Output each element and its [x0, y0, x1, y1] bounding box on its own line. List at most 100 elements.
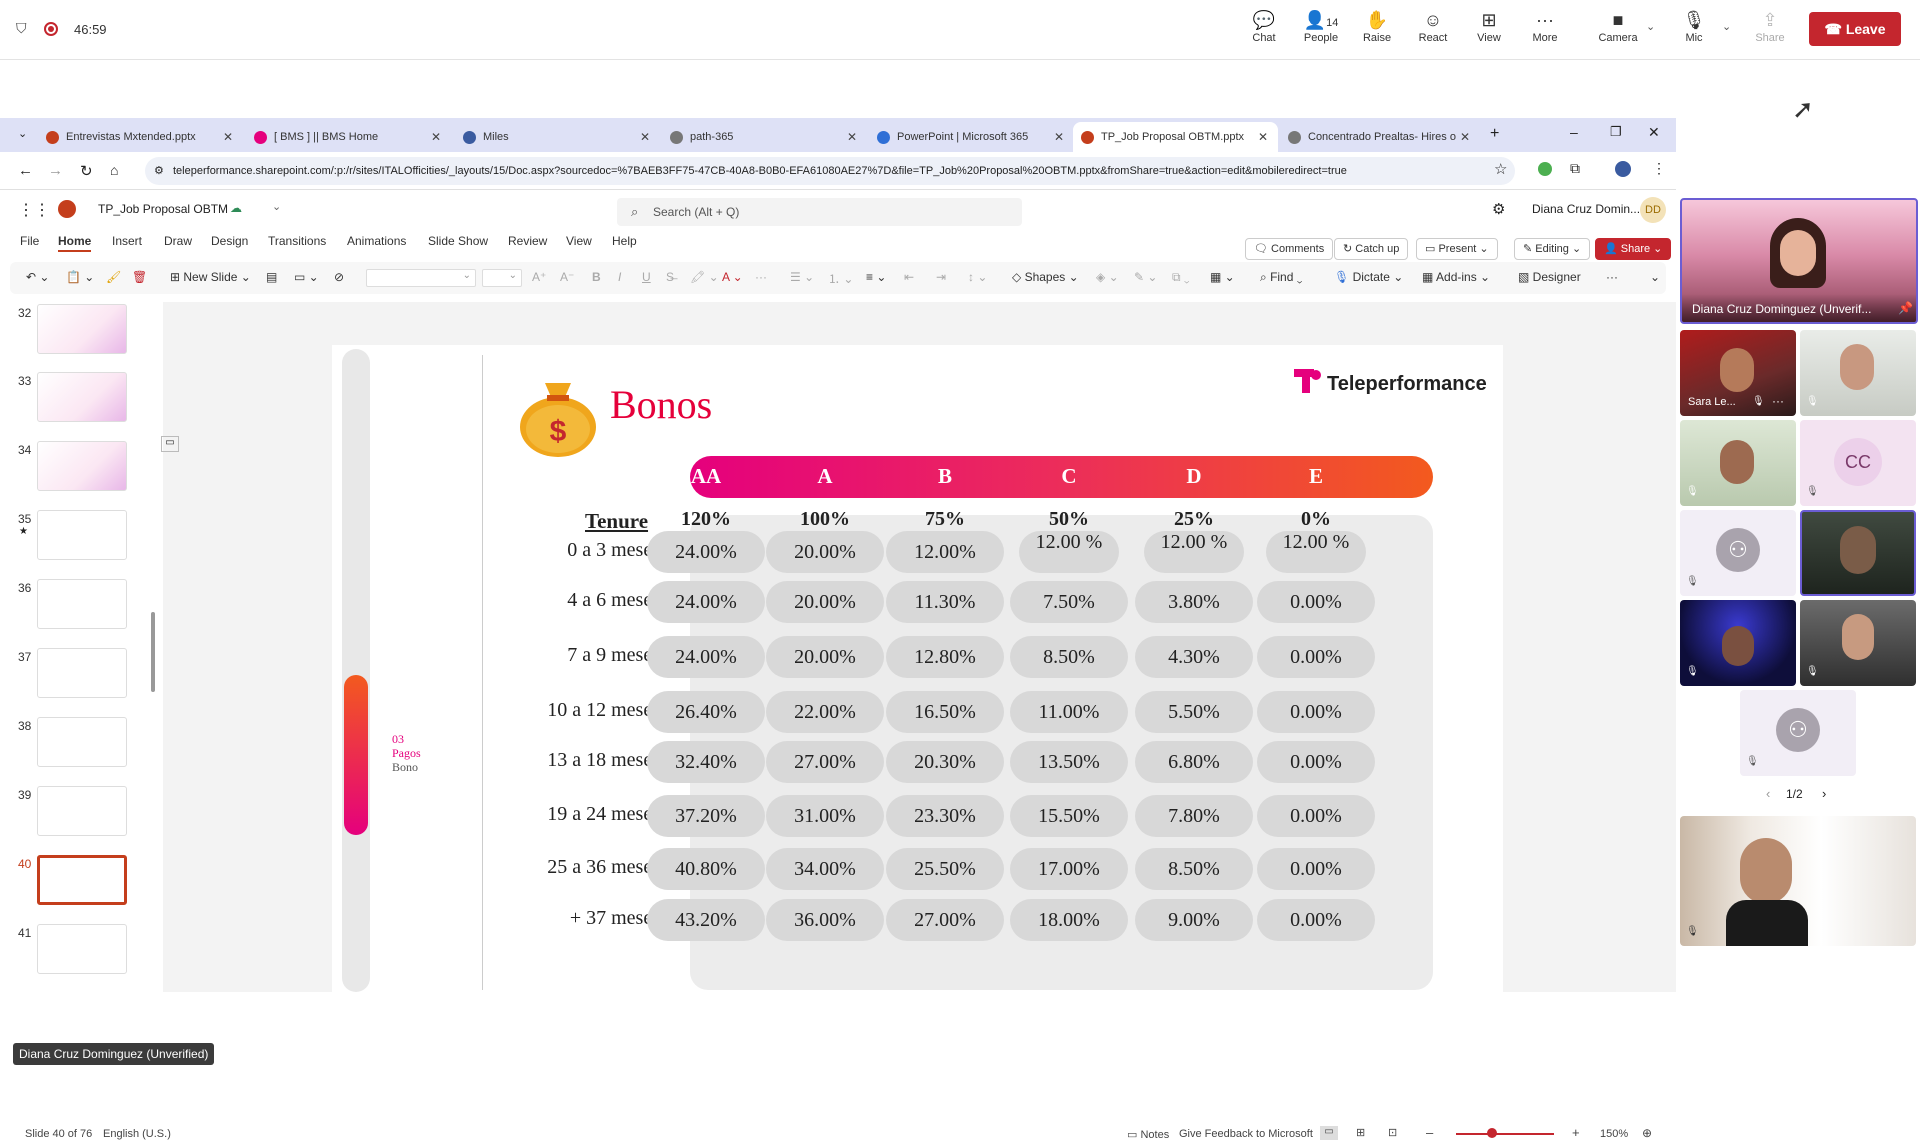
fit-slide-icon[interactable]: ⊕ — [1642, 1126, 1652, 1140]
tab-draw[interactable]: Draw — [164, 234, 192, 248]
participant-tile-speaking[interactable] — [1800, 510, 1916, 596]
decrease-indent-icon[interactable]: ⇤ — [904, 270, 914, 284]
participant-tile[interactable]: 🎙 — [1680, 420, 1796, 506]
search-input[interactable]: ⌕ Search (Alt + Q) — [617, 198, 1022, 226]
close-icon[interactable]: ✕ — [1258, 122, 1268, 152]
share-doc-button[interactable]: 👤 Share ⌄ — [1595, 238, 1672, 260]
slide-thumbnail-32[interactable] — [37, 304, 127, 354]
tab-insert[interactable]: Insert — [112, 234, 142, 248]
zoom-level[interactable]: 150% — [1600, 1128, 1628, 1140]
more-icon[interactable]: ··· — [1772, 394, 1784, 408]
close-icon[interactable]: ✕ — [1460, 122, 1470, 152]
app-launcher-icon[interactable]: ⋮⋮ — [18, 200, 50, 220]
reading-view-icon[interactable]: ⊡ — [1388, 1126, 1397, 1139]
slide-sorter-icon[interactable]: ⊞ — [1356, 1126, 1365, 1139]
bold-icon[interactable]: B — [592, 270, 601, 284]
shape-fill-icon[interactable]: ◈ ⌄ — [1096, 270, 1119, 284]
undo-icon[interactable]: ↶ ⌄ — [26, 270, 49, 284]
mic-options-chevron-icon[interactable]: ⌄ — [1722, 20, 1731, 33]
raise-hand-button[interactable]: ✋ Raise — [1349, 8, 1405, 44]
tab-help[interactable]: Help — [612, 234, 637, 248]
italic-icon[interactable]: I — [618, 270, 621, 284]
forward-icon[interactable]: → — [48, 162, 63, 179]
hide-slide-icon[interactable]: ⊘ — [334, 270, 344, 284]
home-icon[interactable]: ⌂ — [110, 162, 118, 178]
url-field[interactable]: ⚙ teleperformance.sharepoint.com/:p:/r/si… — [145, 157, 1515, 185]
settings-gear-icon[interactable]: ⚙ — [1492, 200, 1505, 218]
zoom-in-icon[interactable]: + — [1572, 1125, 1580, 1140]
tab-review[interactable]: Review — [508, 234, 547, 248]
designer-button[interactable]: ▧ Designer — [1518, 270, 1581, 284]
tab-view[interactable]: View — [566, 234, 592, 248]
tab-home[interactable]: Home — [58, 234, 92, 252]
close-icon[interactable]: ✕ — [223, 122, 233, 152]
file-options-chevron-icon[interactable]: ⌄ — [272, 200, 281, 213]
mic-button[interactable]: 🎙 Mic — [1666, 8, 1722, 44]
camera-options-chevron-icon[interactable]: ⌄ — [1646, 20, 1655, 33]
ribbon-collapse-icon[interactable]: ⌄ — [1650, 270, 1660, 284]
tab-miles[interactable]: Miles ✕ — [455, 122, 660, 152]
language[interactable]: English (U.S.) — [103, 1128, 171, 1140]
normal-view-icon[interactable]: ▭ — [1320, 1126, 1338, 1140]
zoom-slider-thumb[interactable] — [1487, 1128, 1497, 1138]
paste-icon[interactable]: 📋 ⌄ — [66, 270, 94, 284]
grow-font-icon[interactable]: A⁺ — [532, 270, 546, 284]
close-icon[interactable]: ✕ — [640, 122, 650, 152]
shapes-button[interactable]: ◇ Shapes ⌄ — [1012, 270, 1079, 284]
next-page-icon[interactable]: › — [1822, 786, 1826, 801]
extension-icon[interactable] — [1538, 162, 1552, 176]
camera-button[interactable]: ■ Camera — [1590, 8, 1646, 44]
leave-button[interactable]: ☎ Leave — [1809, 12, 1901, 46]
line-spacing-icon[interactable]: ↕ ⌄ — [968, 270, 987, 284]
participant-tile[interactable]: 🎙 — [1680, 600, 1796, 686]
file-name[interactable]: TP_Job Proposal OBTM — [98, 202, 228, 216]
react-button[interactable]: ☺ React — [1405, 8, 1461, 44]
tab-entrevistas[interactable]: Entrevistas Mxtended.pptx ✕ — [38, 122, 243, 152]
strikethrough-icon[interactable]: S̶ — [666, 270, 674, 284]
extensions-puzzle-icon[interactable]: ⧉ — [1570, 160, 1580, 177]
find-button[interactable]: ⌕ Find ⌄ — [1260, 270, 1302, 285]
people-button[interactable]: 👤14 People — [1293, 8, 1349, 44]
tab-design[interactable]: Design — [211, 234, 248, 248]
tab-slide-show[interactable]: Slide Show — [428, 234, 488, 248]
notes-toggle-icon[interactable]: ▭ — [161, 436, 179, 452]
minimize-icon[interactable]: – — [1570, 124, 1578, 140]
reload-icon[interactable]: ↻ — [80, 162, 93, 180]
tab-animations[interactable]: Animations — [347, 234, 406, 248]
participant-tile[interactable]: CC 🎙 — [1800, 420, 1916, 506]
font-size-select[interactable]: ⌄ — [482, 269, 522, 287]
close-icon[interactable]: ✕ — [847, 122, 857, 152]
site-info-icon[interactable]: ⚙ — [154, 157, 164, 185]
close-icon[interactable]: ✕ — [1054, 122, 1064, 152]
shrink-font-icon[interactable]: A⁻ — [560, 270, 574, 284]
self-view-tile[interactable]: 🎙 — [1680, 816, 1916, 946]
format-painter-icon[interactable]: 🖌 — [106, 270, 121, 284]
avatar[interactable]: DD — [1640, 197, 1666, 223]
slide-thumbnail-40[interactable] — [37, 855, 127, 905]
slide-thumbnail-39[interactable] — [37, 786, 127, 836]
participant-tile[interactable]: 🎙 — [1800, 330, 1916, 416]
close-icon[interactable]: ✕ — [431, 122, 441, 152]
new-tab-icon[interactable]: + — [1490, 125, 1499, 143]
tab-search-icon[interactable]: ⌄ — [18, 127, 27, 140]
view-button[interactable]: ⊞ View — [1461, 8, 1517, 44]
slide-thumbnail-38[interactable] — [37, 717, 127, 767]
tab-tp-job-proposal[interactable]: TP_Job Proposal OBTM.pptx ✕ — [1073, 122, 1278, 152]
more-button[interactable]: ··· More — [1517, 8, 1573, 44]
close-window-icon[interactable]: ✕ — [1648, 124, 1660, 141]
shape-outline-icon[interactable]: ✎ ⌄ — [1134, 270, 1157, 284]
tab-concentrado[interactable]: Concentrado Prealtas- Hires o ✕ — [1280, 122, 1480, 152]
tab-path-365[interactable]: path-365 ✕ — [662, 122, 867, 152]
underline-icon[interactable]: U — [642, 270, 651, 284]
participant-tile[interactable]: Sara Le... 🎙 ··· — [1680, 330, 1796, 416]
more-font-icon[interactable]: ··· — [755, 270, 767, 284]
thumbnails-scrollbar[interactable] — [151, 612, 155, 692]
feedback-link[interactable]: Give Feedback to Microsoft — [1179, 1128, 1313, 1140]
prev-page-icon[interactable]: ‹ — [1766, 786, 1770, 801]
participant-tile[interactable]: ⚇ 🎙 — [1680, 510, 1796, 596]
align-icon[interactable]: ≡ ⌄ — [866, 270, 886, 284]
delete-icon[interactable]: 🗑 — [132, 270, 147, 284]
highlight-icon[interactable]: 🖍 ⌄ — [690, 270, 719, 284]
slide-thumbnail-41[interactable] — [37, 924, 127, 974]
slide-thumbnail-37[interactable] — [37, 648, 127, 698]
